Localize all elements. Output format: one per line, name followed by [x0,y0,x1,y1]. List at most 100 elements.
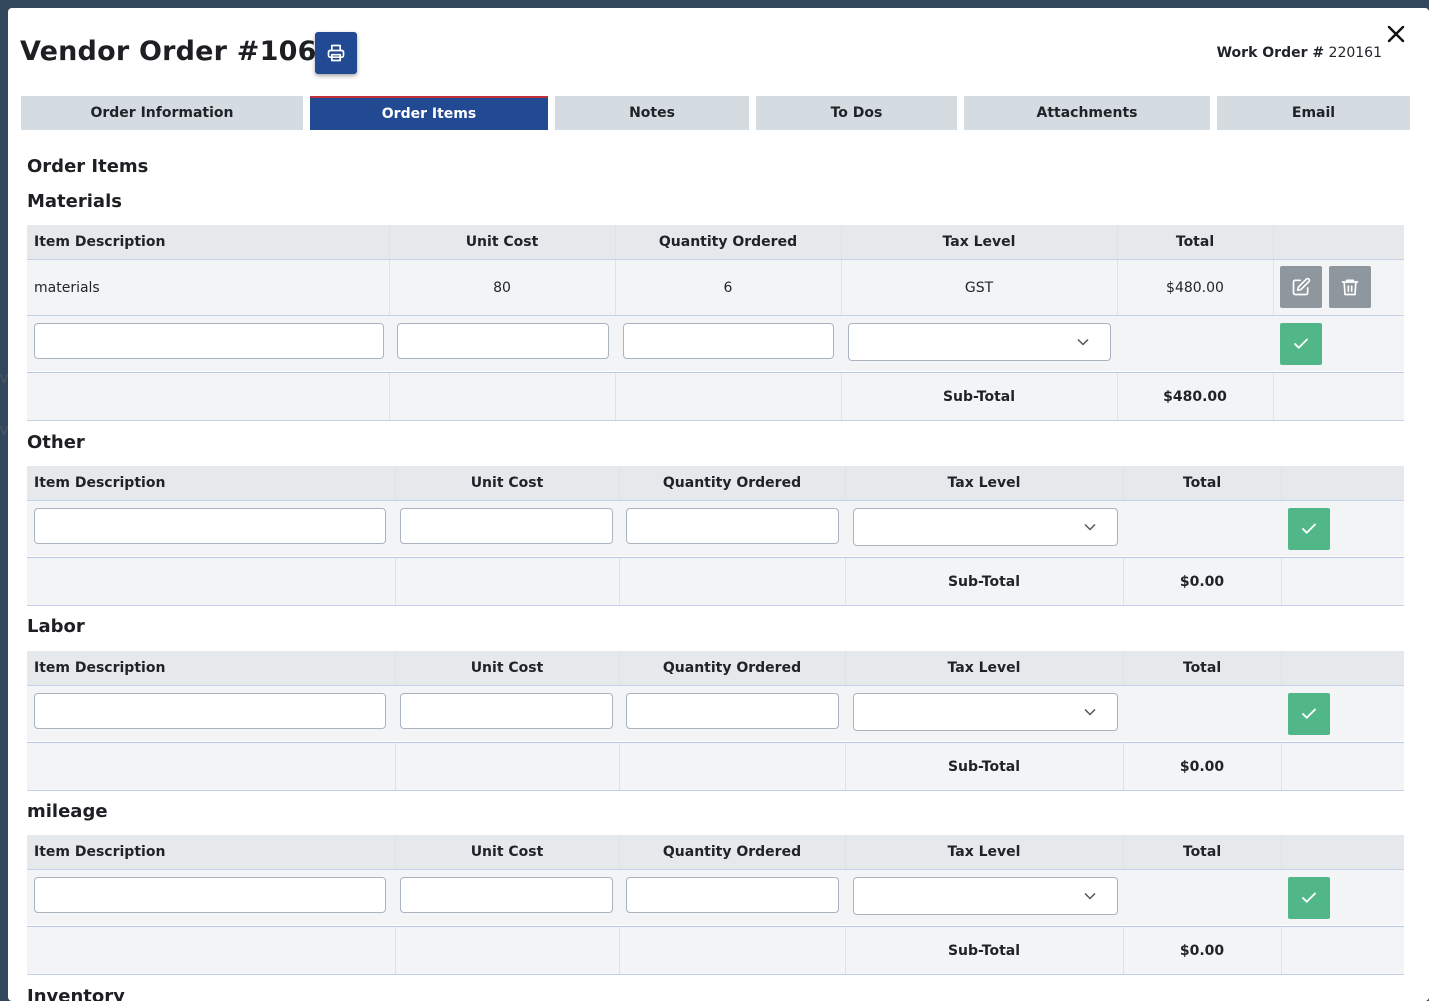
chevron-down-icon [1084,892,1096,900]
total-cell: $480.00 [1166,279,1224,296]
tax-level-select[interactable] [853,877,1118,915]
quantity-ordered-input[interactable] [626,877,839,913]
confirm-add-item-button[interactable] [1280,323,1322,365]
chevron-down-icon [1077,338,1089,346]
subtotal-value: $0.00 [1179,758,1225,775]
work-order-number: 220161 [1328,45,1382,61]
other-subtotal-row: Sub-Total $0.00 [27,557,1404,606]
labor-new-item-row [27,686,1404,741]
unit-cost-input[interactable] [400,877,613,913]
subtotal-label: Sub-Total [947,758,1021,775]
tab-email[interactable]: Email [1217,96,1410,130]
delete-button[interactable] [1329,266,1371,308]
checkmark-icon [1302,708,1316,719]
column-header-total: Total [1182,475,1222,491]
confirm-add-item-button[interactable] [1288,693,1330,735]
materials-table-header: Item Description Unit Cost Quantity Orde… [27,225,1404,260]
quantity-cell: 6 [723,279,733,296]
other-table-header: Item Description Unit Cost Quantity Orde… [27,466,1404,501]
column-header-item-description: Item Description [34,660,166,676]
confirm-add-item-button[interactable] [1288,508,1330,550]
labor-subtotal-row: Sub-Total $0.00 [27,742,1404,791]
subtotal-label: Sub-Total [942,388,1016,405]
edit-icon [1292,277,1311,296]
backdrop-text-fragment: V [0,372,9,386]
unit-cost-cell: 80 [493,279,511,296]
column-header-item-description: Item Description [34,844,166,860]
column-header-unit-cost: Unit Cost [465,234,539,250]
section-heading-mileage: mileage [27,801,108,822]
close-icon [1387,25,1405,43]
column-header-tax-level: Tax Level [947,844,1021,860]
printer-icon [327,44,345,62]
panel-title: Order Items [27,156,149,177]
item-description-cell: materials [34,279,100,296]
quantity-ordered-input[interactable] [626,693,839,729]
subtotal-value: $0.00 [1179,573,1225,590]
checkmark-icon [1302,523,1316,534]
unit-cost-input[interactable] [400,693,613,729]
tab-order-information[interactable]: Order Information [21,96,303,130]
table-row: materials 80 6 GST $480.00 [27,260,1404,316]
section-heading-other: Other [27,432,85,453]
backdrop-text-fragment: V [0,424,9,438]
close-button[interactable] [1384,22,1408,46]
column-header-tax-level: Tax Level [947,475,1021,491]
item-description-input[interactable] [34,877,386,913]
edit-button[interactable] [1280,266,1322,308]
tab-attachments[interactable]: Attachments [964,96,1210,130]
mileage-new-item-row [27,870,1404,925]
subtotal-value: $0.00 [1179,942,1225,959]
subtotal-label: Sub-Total [947,573,1021,590]
materials-subtotal-row: Sub-Total $480.00 [27,372,1404,421]
column-header-quantity-ordered: Quantity Ordered [662,660,802,676]
column-header-total: Total [1182,660,1222,676]
column-header-item-description: Item Description [34,475,166,491]
column-header-quantity-ordered: Quantity Ordered [658,234,798,250]
column-header-tax-level: Tax Level [947,660,1021,676]
work-order-reference: Work Order # 220161 [1217,45,1382,61]
modal-title: Vendor Order #10690 [20,36,355,67]
column-header-unit-cost: Unit Cost [470,660,544,676]
tax-level-select[interactable] [848,323,1111,361]
chevron-down-icon [1084,523,1096,531]
tax-level-select[interactable] [853,693,1118,731]
item-description-input[interactable] [34,508,386,544]
item-description-input[interactable] [34,693,386,729]
column-header-unit-cost: Unit Cost [470,475,544,491]
subtotal-value: $480.00 [1163,388,1227,405]
print-button[interactable] [315,32,357,74]
tax-level-cell: GST [964,279,994,296]
mileage-table-header: Item Description Unit Cost Quantity Orde… [27,835,1404,870]
column-header-item-description: Item Description [34,234,166,250]
vendor-order-modal: Vendor Order #10690 Work Order # 220161 … [8,8,1429,1001]
materials-new-item-row [27,316,1404,371]
quantity-ordered-input[interactable] [626,508,839,544]
column-header-quantity-ordered: Quantity Ordered [662,475,802,491]
column-header-unit-cost: Unit Cost [470,844,544,860]
mileage-subtotal-row: Sub-Total $0.00 [27,926,1404,975]
trash-icon [1341,279,1359,296]
unit-cost-input[interactable] [397,323,609,359]
column-header-tax-level: Tax Level [942,234,1016,250]
tab-notes[interactable]: Notes [555,96,749,130]
tab-order-items[interactable]: Order Items [310,96,548,130]
confirm-add-item-button[interactable] [1288,877,1330,919]
subtotal-label: Sub-Total [947,942,1021,959]
other-new-item-row [27,501,1404,556]
checkmark-icon [1302,892,1316,903]
checkmark-icon [1294,338,1308,349]
chevron-down-icon [1084,708,1096,716]
column-header-total: Total [1182,844,1222,860]
labor-table-header: Item Description Unit Cost Quantity Orde… [27,651,1404,686]
tab-to-dos[interactable]: To Dos [756,96,957,130]
section-heading-materials: Materials [27,191,122,212]
tax-level-select[interactable] [853,508,1118,546]
quantity-ordered-input[interactable] [623,323,834,359]
section-heading-labor: Labor [27,616,85,637]
item-description-input[interactable] [34,323,384,359]
column-header-quantity-ordered: Quantity Ordered [662,844,802,860]
work-order-label: Work Order # [1216,45,1325,61]
unit-cost-input[interactable] [400,508,613,544]
column-header-total: Total [1175,234,1215,250]
